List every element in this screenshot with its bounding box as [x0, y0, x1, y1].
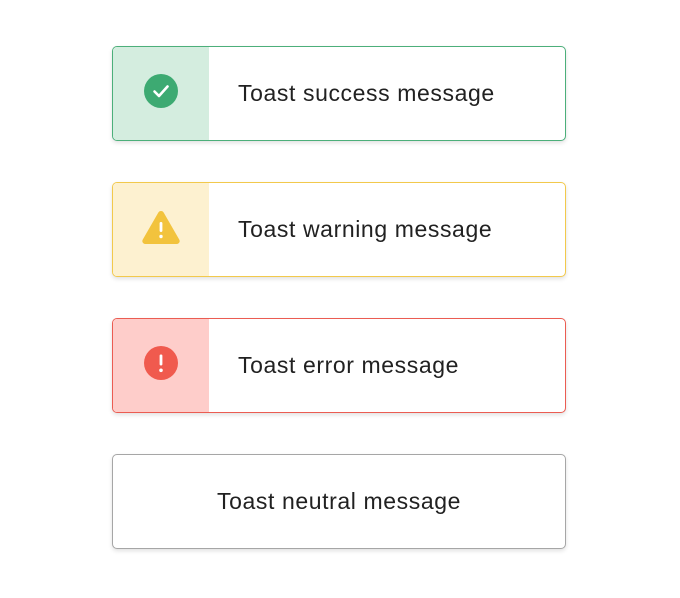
toast-error: Toast error message — [112, 318, 566, 413]
toast-success-icon-area — [113, 47, 209, 140]
toast-error-message: Toast error message — [238, 352, 460, 378]
warning-triangle-icon — [141, 209, 181, 250]
check-circle-icon — [144, 74, 178, 113]
toast-warning: Toast warning message — [112, 182, 566, 277]
toast-success: Toast success message — [112, 46, 566, 141]
toast-success-message: Toast success message — [238, 80, 495, 106]
toast-neutral: Toast neutral message — [112, 454, 566, 549]
toast-error-icon-area — [113, 319, 209, 412]
toast-neutral-message: Toast neutral message — [216, 488, 461, 514]
toast-warning-icon-area — [113, 183, 209, 276]
toast-warning-message: Toast warning message — [238, 216, 493, 242]
error-circle-icon — [144, 346, 178, 385]
